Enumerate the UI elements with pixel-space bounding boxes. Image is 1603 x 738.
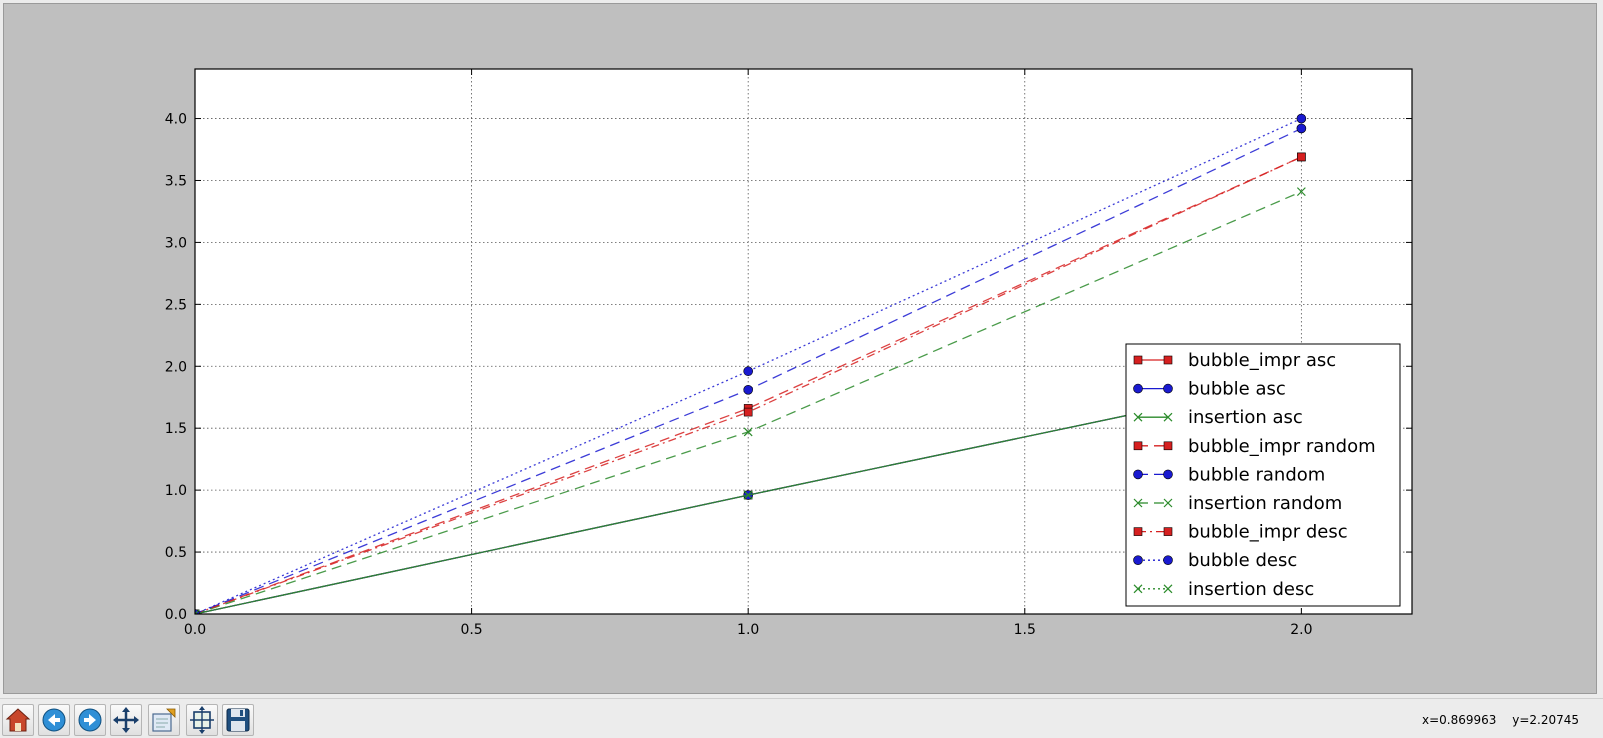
legend-label: bubble_impr random (1188, 436, 1376, 457)
legend-label: insertion asc (1188, 407, 1303, 428)
legend-marker (1133, 527, 1143, 536)
legend-marker (1133, 383, 1143, 394)
legend-marker (1163, 441, 1173, 451)
legend-marker (1163, 469, 1173, 480)
legend-marker (1133, 441, 1143, 451)
legend-marker (1133, 555, 1143, 566)
x-coordinate-readout: x=0.869963 (1421, 713, 1497, 727)
forward-arrow-icon (78, 708, 102, 732)
y-tick-label: 4.0 (165, 112, 187, 128)
legend-marker (1133, 469, 1143, 480)
legend-label: insertion random (1188, 493, 1342, 514)
y-coordinate-readout: y=2.20745 (1512, 713, 1579, 727)
back-arrow-icon (42, 708, 66, 732)
legend-marker (1163, 383, 1173, 394)
zoom-button[interactable] (148, 704, 180, 736)
y-tick-label: 1.5 (165, 421, 187, 437)
data-point (1296, 123, 1307, 134)
move-icon (113, 707, 139, 733)
floppy-disk-icon (226, 708, 250, 732)
save-button[interactable] (222, 704, 254, 736)
forward-button[interactable] (74, 704, 106, 736)
subplots-icon (190, 706, 214, 734)
legend-label: bubble_impr desc (1188, 522, 1348, 543)
pan-button[interactable] (110, 704, 142, 736)
y-tick-label: 0.5 (165, 545, 187, 561)
data-point (743, 385, 753, 395)
legend-marker (1163, 555, 1173, 566)
legend-marker (1163, 355, 1173, 365)
y-tick-label: 3.0 (165, 235, 187, 251)
x-tick-label: 0.5 (460, 622, 482, 638)
legend-marker (1133, 355, 1143, 365)
matplotlib-window: 0.0 0.5 1.0 1.5 2.0 0.0 0.5 1.0 1.5 2.0 2.5 3.0 3.5 4… (0, 0, 1603, 738)
legend-label: bubble desc (1188, 550, 1297, 571)
legend-label: bubble random (1188, 464, 1325, 485)
home-button[interactable] (2, 704, 34, 736)
legend-marker (1163, 527, 1173, 536)
y-tick-label: 2.0 (165, 359, 187, 375)
legend-label: insertion desc (1188, 579, 1314, 600)
x-tick-label: 0.0 (184, 622, 206, 638)
x-tick-label: 2.0 (1290, 622, 1312, 638)
data-point (743, 407, 753, 417)
legend: bubble_impr asc bubble asc insertion asc bu… (1125, 343, 1401, 607)
y-tick-label: 0.0 (165, 607, 187, 623)
y-tick-label: 2.5 (165, 297, 187, 313)
data-point (1296, 113, 1307, 124)
zoom-rect-icon (152, 708, 176, 732)
navigation-toolbar (0, 698, 1603, 738)
subplots-button[interactable] (186, 704, 218, 736)
home-icon (5, 708, 31, 732)
x-tick-label: 1.0 (737, 622, 759, 638)
y-tick-label: 1.0 (165, 483, 187, 499)
cursor-coordinates: x=0.869963 y=2.20745 (1410, 713, 1579, 727)
legend-label: bubble asc (1188, 379, 1286, 400)
line-chart: 0.0 0.5 1.0 1.5 2.0 0.0 0.5 1.0 1.5 2.0 2.5 3.0 3.5 4… (165, 68, 1413, 638)
figure-canvas[interactable]: 0.0 0.5 1.0 1.5 2.0 0.0 0.5 1.0 1.5 2.0 2.5 3.0 3.5 4… (3, 3, 1597, 694)
back-button[interactable] (38, 704, 70, 736)
data-point (1297, 152, 1306, 162)
x-tick-label: 1.5 (1014, 622, 1036, 638)
data-point (743, 366, 753, 377)
y-tick-label: 3.5 (165, 173, 187, 189)
legend-label: bubble_impr asc (1188, 350, 1336, 371)
